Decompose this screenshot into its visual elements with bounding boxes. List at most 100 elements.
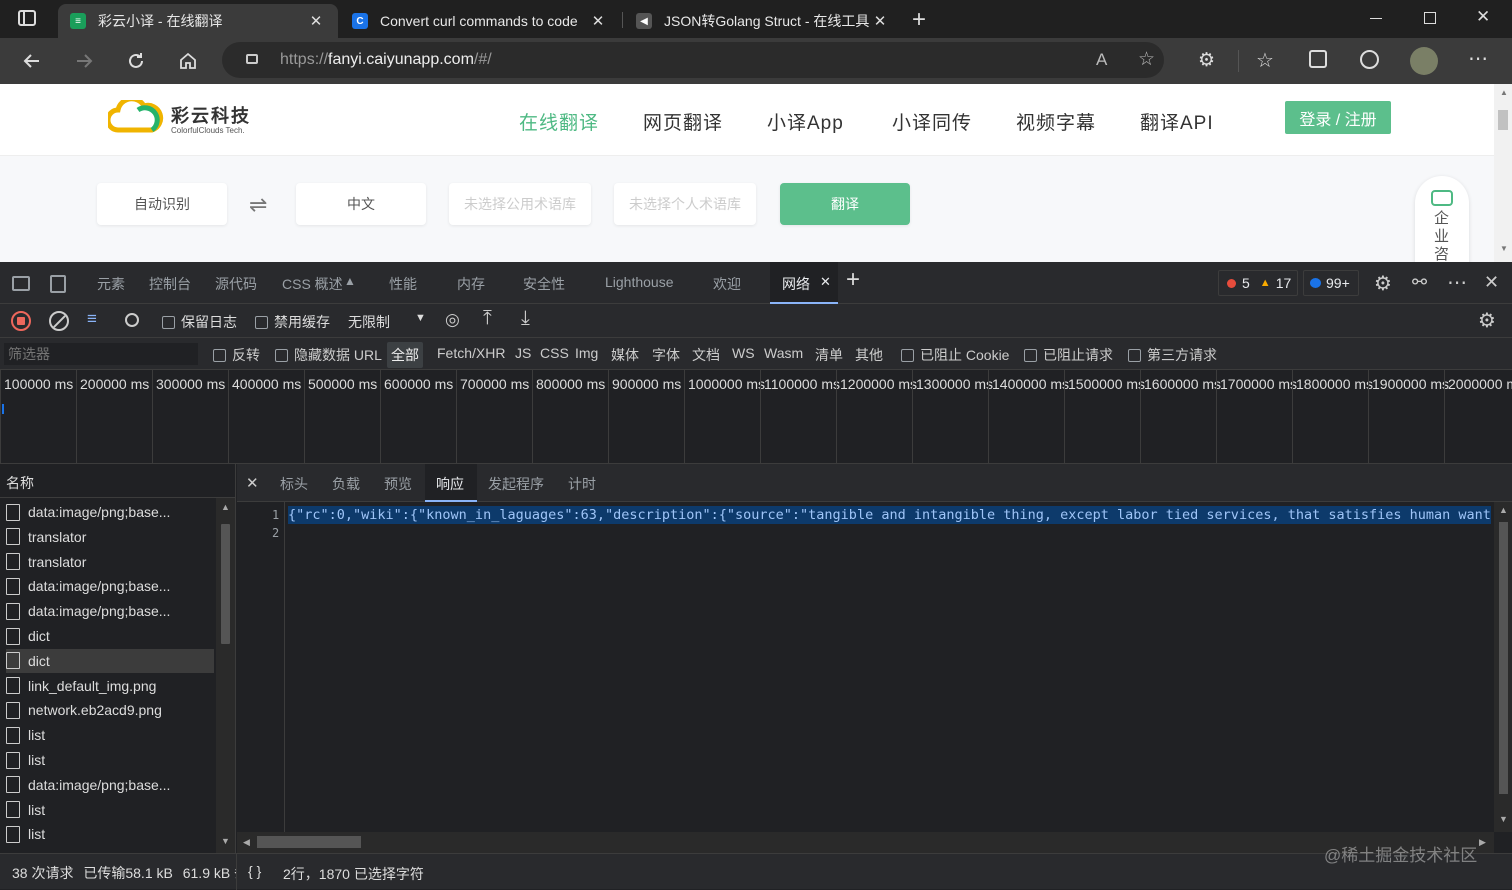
collections-icon[interactable] bbox=[1309, 50, 1327, 68]
tab-network[interactable]: 网络 ✕ bbox=[770, 262, 838, 304]
restore-icon[interactable] bbox=[1424, 12, 1436, 24]
tab-css-overview[interactable]: CSS 概述 bbox=[282, 274, 343, 294]
profile-avatar[interactable] bbox=[1410, 47, 1438, 75]
request-row[interactable]: network.eb2acd9.png bbox=[6, 698, 214, 722]
tab-elements[interactable]: 元素 bbox=[97, 274, 125, 294]
clear-log-icon[interactable] bbox=[49, 311, 69, 331]
nav-online-translate[interactable]: 在线翻译 bbox=[519, 108, 599, 135]
filter-type-doc[interactable]: 文档 bbox=[692, 345, 720, 365]
public-glossary-select[interactable]: 未选择公用术语库 bbox=[449, 183, 591, 225]
nav-api[interactable]: 翻译API bbox=[1140, 108, 1214, 135]
more-menu-icon[interactable]: ⋯ bbox=[1468, 46, 1488, 71]
request-row[interactable]: dict bbox=[6, 648, 214, 673]
tab-memory[interactable]: 内存 bbox=[457, 274, 485, 294]
tab-console[interactable]: 控制台 bbox=[149, 274, 191, 294]
filter-type-all[interactable]: 全部 bbox=[387, 342, 423, 368]
close-network-tab-icon[interactable]: ✕ bbox=[820, 274, 831, 290]
record-stop-icon[interactable] bbox=[11, 311, 31, 331]
nav-app[interactable]: 小译App bbox=[767, 108, 844, 135]
network-conditions-icon[interactable]: ◎ bbox=[445, 310, 460, 330]
filter-type-ws[interactable]: WS bbox=[732, 345, 755, 361]
filter-type-other[interactable]: 其他 bbox=[855, 345, 883, 365]
request-row[interactable]: translator bbox=[6, 525, 214, 549]
close-detail-icon[interactable]: ✕ bbox=[246, 474, 259, 492]
filter-input[interactable] bbox=[4, 343, 198, 365]
device-toolbar-icon[interactable] bbox=[50, 275, 66, 293]
tab-actions-icon[interactable] bbox=[18, 10, 36, 26]
response-editor[interactable]: 1 2 {"rc":0,"wiki":{"known_in_laguages":… bbox=[237, 502, 1512, 832]
tab-json-golang[interactable]: ◀ JSON转Golang Struct - 在线工具 ✕ bbox=[624, 4, 902, 38]
close-tab-icon[interactable]: ✕ bbox=[306, 12, 326, 30]
tab-caiyun[interactable]: ≡ 彩云小译 - 在线翻译 ✕ bbox=[58, 4, 338, 38]
forward-icon[interactable] bbox=[68, 46, 100, 76]
target-language-select[interactable]: 中文 bbox=[296, 183, 426, 225]
devtools-more-icon[interactable]: ⋯ bbox=[1447, 270, 1467, 295]
read-aloud-icon[interactable]: A bbox=[1096, 50, 1107, 70]
home-icon[interactable] bbox=[172, 46, 204, 76]
filter-type-css[interactable]: CSS bbox=[540, 345, 569, 361]
personal-glossary-select[interactable]: 未选择个人术语库 bbox=[614, 183, 756, 225]
request-row[interactable]: data:image/png;base... bbox=[6, 599, 214, 623]
network-settings-icon[interactable]: ⚙ bbox=[1478, 308, 1496, 333]
feedback-icon[interactable]: ⚯ bbox=[1412, 272, 1427, 293]
tab-performance[interactable]: 性能 bbox=[389, 274, 417, 294]
tab-headers[interactable]: 标头 bbox=[280, 474, 308, 494]
close-window-icon[interactable]: ✕ bbox=[1476, 7, 1490, 27]
back-icon[interactable] bbox=[16, 46, 48, 76]
blocked-cookies-checkbox[interactable]: 已阻止 Cookie bbox=[901, 345, 1009, 365]
minimize-icon[interactable] bbox=[1370, 18, 1382, 19]
filter-type-wasm[interactable]: Wasm bbox=[764, 345, 803, 361]
request-row[interactable]: dict bbox=[6, 624, 214, 648]
filter-type-font[interactable]: 字体 bbox=[652, 345, 680, 365]
request-row[interactable]: translator bbox=[6, 550, 214, 574]
filter-icon[interactable]: ≡ bbox=[87, 309, 97, 329]
history-icon[interactable] bbox=[1360, 50, 1379, 69]
request-row[interactable]: list bbox=[6, 748, 214, 772]
inspect-element-icon[interactable] bbox=[12, 276, 30, 291]
tab-welcome[interactable]: 欢迎 bbox=[713, 274, 741, 294]
translate-button[interactable]: 翻译 bbox=[780, 183, 910, 225]
nav-video-subtitles[interactable]: 视频字幕 bbox=[1016, 108, 1096, 135]
url-bar[interactable]: https://fanyi.caiyunapp.com/#/ A ☆ bbox=[222, 42, 1164, 78]
tab-response[interactable]: 响应 bbox=[425, 464, 477, 502]
more-tabs-icon[interactable]: + bbox=[846, 266, 860, 294]
request-row[interactable]: list bbox=[6, 822, 214, 846]
add-favorite-icon[interactable]: ☆ bbox=[1138, 48, 1155, 71]
tab-sources[interactable]: 源代码 bbox=[215, 274, 257, 294]
page-scrollbar[interactable]: ▲ ▼ bbox=[1494, 84, 1512, 262]
name-column-header[interactable]: 名称 bbox=[6, 473, 34, 493]
filter-type-manifest[interactable]: 清单 bbox=[815, 345, 843, 365]
request-row[interactable]: list bbox=[6, 798, 214, 822]
throttling-select[interactable]: 无限制 ▼ bbox=[348, 312, 430, 332]
filter-type-media[interactable]: 媒体 bbox=[611, 345, 639, 365]
nav-web-translate[interactable]: 网页翻译 bbox=[643, 108, 723, 135]
login-register-button[interactable]: 登录 / 注册 bbox=[1285, 101, 1391, 134]
request-row[interactable]: data:image/png;base... bbox=[6, 773, 214, 797]
extensions-icon[interactable]: ⚙ bbox=[1198, 49, 1215, 72]
issues-counter[interactable]: 5 ▲ 17 bbox=[1218, 270, 1298, 296]
messages-counter[interactable]: 99+ bbox=[1303, 270, 1359, 296]
filter-type-fetch-xhr[interactable]: Fetch/XHR bbox=[437, 345, 505, 361]
disable-cache-checkbox[interactable]: 禁用缓存 bbox=[255, 312, 330, 332]
preserve-log-checkbox[interactable]: 保留日志 bbox=[162, 312, 237, 332]
tab-preview[interactable]: 预览 bbox=[384, 474, 412, 494]
request-row[interactable]: data:image/png;base... bbox=[6, 500, 214, 524]
close-devtools-icon[interactable]: ✕ bbox=[1484, 272, 1499, 293]
hide-data-url-checkbox[interactable]: 隐藏数据 URL bbox=[275, 345, 382, 365]
lock-icon[interactable] bbox=[246, 54, 258, 64]
refresh-icon[interactable] bbox=[120, 46, 152, 76]
tab-initiator[interactable]: 发起程序 bbox=[488, 474, 544, 494]
favorites-icon[interactable]: ☆ bbox=[1256, 48, 1274, 73]
request-row[interactable]: link_default_img.png bbox=[6, 674, 214, 698]
request-row[interactable]: data:image/png;base... bbox=[6, 574, 214, 598]
new-tab-icon[interactable]: + bbox=[912, 6, 926, 34]
swap-languages-icon[interactable]: ⇌ bbox=[249, 192, 267, 218]
close-tab-icon[interactable]: ✕ bbox=[870, 12, 890, 30]
blocked-requests-checkbox[interactable]: 已阻止请求 bbox=[1024, 345, 1113, 365]
invert-checkbox[interactable]: 反转 bbox=[213, 345, 260, 365]
tab-timing[interactable]: 计时 bbox=[568, 474, 596, 494]
enterprise-consult-widget[interactable]: 企业咨 bbox=[1415, 176, 1469, 264]
settings-gear-icon[interactable]: ⚙ bbox=[1374, 271, 1392, 296]
nav-simultaneous[interactable]: 小译同传 bbox=[892, 108, 972, 135]
tab-curl[interactable]: C Convert curl commands to code ✕ bbox=[340, 4, 620, 38]
